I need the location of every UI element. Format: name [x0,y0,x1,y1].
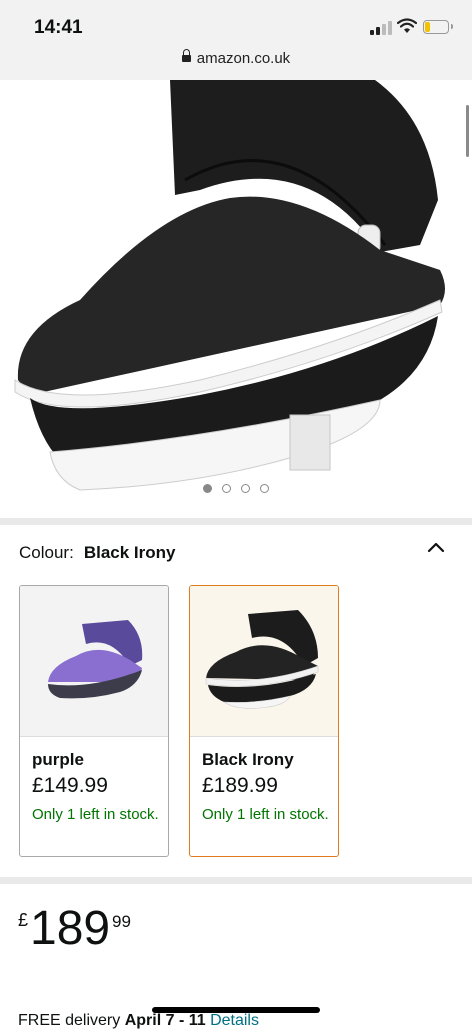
status-time: 14:41 [34,17,83,38]
section-divider [0,877,472,884]
option-stock: Only 1 left in stock. [32,806,159,823]
option-stock: Only 1 left in stock. [202,806,329,823]
home-indicator[interactable] [152,1007,320,1013]
colour-thumbnail [20,586,168,737]
price-currency: £ [18,910,29,930]
wifi-icon [397,18,417,33]
address-bar[interactable]: amazon.co.uk [0,49,472,67]
option-name: purple [32,750,84,769]
section-divider [0,518,472,525]
delivery-info: FREE delivery April 7 - 11 Details [18,1012,259,1030]
delivery-prefix: FREE delivery [18,1012,121,1029]
lock-icon [181,49,191,62]
price-fraction: 99 [112,912,131,931]
colour-thumbnail [190,586,338,737]
price-whole: 189 [30,902,111,955]
colour-selected-value: Black Irony [83,543,176,562]
option-price: £189.99 [202,774,278,797]
carousel-dot[interactable] [260,484,269,493]
carrycot-image [14,80,446,491]
carousel-dot[interactable] [222,484,231,493]
delivery-details-link[interactable]: Details [210,1012,259,1029]
option-name: Black Irony [202,750,294,769]
colour-label: Colour: [19,543,74,562]
signal-icon [370,21,392,35]
status-bar: 14:41 amazon.co.uk [0,0,472,81]
colour-option-purple[interactable]: purple £149.99 Only 1 left in stock. [19,585,169,857]
carousel-dot[interactable] [203,484,212,493]
delivery-date: April 7 - 11 [124,1012,206,1029]
carousel-dot[interactable] [241,484,250,493]
chevron-up-icon[interactable] [427,541,445,553]
battery-icon [423,20,453,34]
url-text: amazon.co.uk [196,50,291,67]
colour-selector-header: Colour: Black Irony [19,543,175,563]
colour-option-black-irony[interactable]: Black Irony £189.99 Only 1 left in stock… [189,585,339,857]
option-price: £149.99 [32,774,108,797]
product-image[interactable] [0,80,472,520]
carousel-indicator [0,480,472,498]
page-scrollbar[interactable] [466,105,469,157]
